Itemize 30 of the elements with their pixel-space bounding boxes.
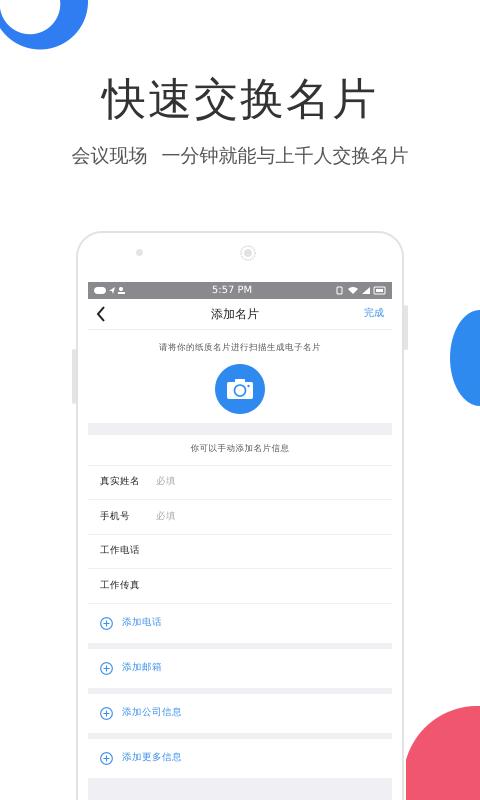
plus-circle-icon <box>100 752 113 764</box>
plus-circle-icon <box>100 706 113 720</box>
subtitle-text: 一分钟就能与上千人交换名片 <box>162 144 408 169</box>
system-icons-drawing <box>336 286 386 294</box>
page-title: 添加名片 <box>211 306 259 322</box>
camera-button[interactable] <box>215 364 265 414</box>
back-icon <box>96 306 106 322</box>
add-button[interactable]: 添加公司信息 <box>88 694 392 732</box>
field-label: 手机号 <box>100 510 131 524</box>
camera-icon <box>227 379 253 400</box>
field-label: 工作电话 <box>100 544 141 558</box>
scan-hint: 请将你的纸质名片进行扫描生成电子名片 <box>159 342 321 354</box>
speaker-icon <box>240 244 256 260</box>
back-button[interactable] <box>96 306 106 322</box>
plus-circle-icon <box>100 616 113 630</box>
manual-hint: 你可以手动添加名片信息 <box>190 443 290 456</box>
camera-dot <box>136 248 143 256</box>
add-button[interactable]: 添加电话 <box>88 604 392 642</box>
field-label: 真实姓名 <box>100 475 141 490</box>
status-icons-drawing <box>94 286 128 294</box>
done-button[interactable]: 完成 <box>364 306 384 321</box>
status-time: 5:57 PM <box>212 284 252 298</box>
headline: 快速交换名片 <box>102 78 378 122</box>
subtitle-text: 会议现场 <box>72 144 148 169</box>
add-button[interactable]: 添加更多信息 <box>88 738 392 778</box>
text-field[interactable]: 必填 <box>156 510 336 524</box>
text-field[interactable]: 必填 <box>156 475 336 490</box>
field-label: 工作传真 <box>100 578 141 593</box>
plus-circle-icon <box>100 662 113 674</box>
add-button[interactable]: 添加邮箱 <box>88 648 392 688</box>
